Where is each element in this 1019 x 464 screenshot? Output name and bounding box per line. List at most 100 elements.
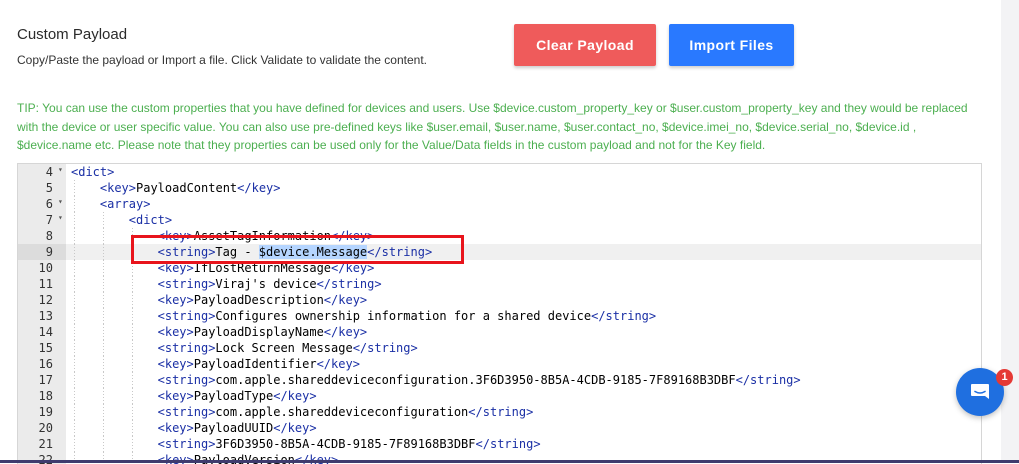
indent-guide: [102, 436, 104, 452]
xml-close-tag: </key>: [237, 181, 281, 195]
code-line[interactable]: 17 <string>com.apple.shareddeviceconfigur…: [18, 372, 981, 388]
line-number-cell: 5: [18, 180, 66, 196]
xml-open-tag: <string>: [157, 373, 216, 387]
fold-toggle-icon[interactable]: ▾: [58, 213, 63, 222]
xml-open-tag: <dict>: [128, 213, 173, 227]
indent-guide: [74, 308, 75, 324]
line-number-cell: 20: [18, 420, 66, 436]
xml-value: Viraj's device: [215, 277, 317, 291]
indent-guide: [74, 244, 75, 260]
code-line[interactable]: 5 <key>PayloadContent</key>: [18, 180, 981, 196]
xml-close-tag: </string>: [468, 405, 534, 419]
line-number-cell: 14: [18, 324, 66, 340]
xml-close-tag: </string>: [475, 437, 541, 451]
chat-notification-badge: 1: [996, 369, 1013, 386]
line-number: 17: [38, 373, 53, 387]
code-line[interactable]: 6 ▾ <array>: [18, 196, 981, 212]
annotation-highlight-box: [131, 235, 464, 264]
fold-toggle-icon[interactable]: ▾: [58, 197, 63, 206]
line-number: 14: [38, 325, 53, 339]
code-text: <string>Viraj's device</string>: [158, 277, 382, 291]
code-text: <string>Configures ownership information…: [158, 309, 657, 323]
indent-guide: [102, 404, 104, 420]
indent-guide: [74, 404, 75, 420]
code-line[interactable]: 19 <string>com.apple.shareddeviceconfigur…: [18, 404, 981, 420]
line-number-cell: 16: [18, 356, 66, 372]
code-text: <key>PayloadType</key>: [158, 389, 317, 403]
code-line[interactable]: 21 <string>3F6D3950-8B5A-4CDB-9185-7F8916…: [18, 436, 981, 452]
line-number-cell: 10: [18, 260, 66, 276]
clear-payload-button[interactable]: Clear Payload: [514, 24, 656, 66]
xml-value: Lock Screen Message: [215, 341, 353, 355]
code-text: <key>PayloadContent</key>: [100, 181, 281, 195]
code-text: <array>: [100, 197, 151, 211]
xml-open-tag: <key>: [157, 357, 194, 371]
code-text: <string>com.apple.shareddeviceconfigurat…: [158, 405, 534, 419]
code-line[interactable]: 14 <key>PayloadDisplayName</key>: [18, 324, 981, 340]
code-line[interactable]: 4 ▾ <dict>: [18, 164, 981, 180]
code-text: <string>Lock Screen Message</string>: [158, 341, 418, 355]
indent-guide: [102, 420, 104, 436]
code-line[interactable]: 16 <key>PayloadIdentifier</key>: [18, 356, 981, 372]
indent-guide: [131, 420, 133, 436]
code-line[interactable]: 18 <key>PayloadType</key>: [18, 388, 981, 404]
line-number: 6: [45, 197, 53, 211]
line-number: 5: [45, 181, 53, 195]
xml-close-tag: </key>: [323, 325, 368, 339]
indent-guide: [102, 388, 104, 404]
xml-open-tag: <key>: [157, 389, 194, 403]
line-number: 11: [38, 277, 53, 291]
indent-guide: [131, 308, 133, 324]
indent-guide: [74, 276, 75, 292]
xml-open-tag: <string>: [157, 437, 216, 451]
indent-guide: [74, 388, 75, 404]
code-text: <key>PayloadIdentifier</key>: [158, 357, 360, 371]
code-line[interactable]: 15 <string>Lock Screen Message</string>: [18, 340, 981, 356]
line-number: 12: [38, 293, 53, 307]
xml-close-tag: </string>: [735, 373, 801, 387]
indent-guide: [102, 372, 104, 388]
indent-guide: [131, 276, 133, 292]
line-number-cell: 17: [18, 372, 66, 388]
code-line[interactable]: 13 <string>Configures ownership informati…: [18, 308, 981, 324]
indent-guide: [131, 324, 133, 340]
line-number-cell: 4 ▾: [18, 164, 66, 180]
tip-text: TIP: You can use the custom properties t…: [17, 101, 968, 152]
xml-value: Configures ownership information for a s…: [215, 309, 592, 323]
indent-guide: [131, 340, 133, 356]
code-line[interactable]: 12 <key>PayloadDescription</key>: [18, 292, 981, 308]
xml-value: PayloadType: [193, 389, 274, 403]
xml-value: PayloadContent: [136, 181, 238, 195]
xml-value: 3F6D3950-8B5A-4CDB-9185-7F89168B3DBF: [215, 437, 476, 451]
xml-open-tag: <string>: [157, 405, 216, 419]
chat-bubble-icon: [971, 384, 989, 399]
code-line[interactable]: 20 <key>PayloadUUID</key>: [18, 420, 981, 436]
indent-guide: [131, 436, 133, 452]
indent-guide: [74, 180, 75, 196]
xml-open-tag: <string>: [157, 341, 216, 355]
xml-open-tag: <key>: [99, 181, 136, 195]
xml-value: PayloadIdentifier: [193, 357, 317, 371]
code-line[interactable]: 11 <string>Viraj's device</string>: [18, 276, 981, 292]
line-number-cell: 19: [18, 404, 66, 420]
xml-value: com.apple.shareddeviceconfiguration: [215, 405, 469, 419]
indent-guide: [74, 340, 75, 356]
xml-value: PayloadDescription: [193, 293, 324, 307]
indent-guide: [74, 324, 75, 340]
indent-guide: [102, 356, 104, 372]
xml-close-tag: </key>: [273, 389, 317, 403]
payload-code-editor[interactable]: 4 ▾ <dict> 5 <key>PayloadContent</key> 6 ▾ <arr…: [17, 163, 982, 464]
code-line[interactable]: 7 ▾ <dict>: [18, 212, 981, 228]
line-number: 20: [38, 421, 53, 435]
fold-toggle-icon[interactable]: ▾: [58, 165, 63, 174]
line-number-cell: 9: [18, 244, 66, 260]
indent-guide: [102, 212, 104, 228]
indent-guide: [102, 340, 104, 356]
indent-guide: [74, 372, 75, 388]
line-number-cell: 8: [18, 228, 66, 244]
xml-value: PayloadUUID: [193, 421, 274, 435]
line-number-cell: 6 ▾: [18, 196, 66, 212]
xml-close-tag: </string>: [352, 341, 418, 355]
xml-close-tag: </key>: [323, 293, 368, 307]
import-files-button[interactable]: Import Files: [669, 24, 794, 66]
